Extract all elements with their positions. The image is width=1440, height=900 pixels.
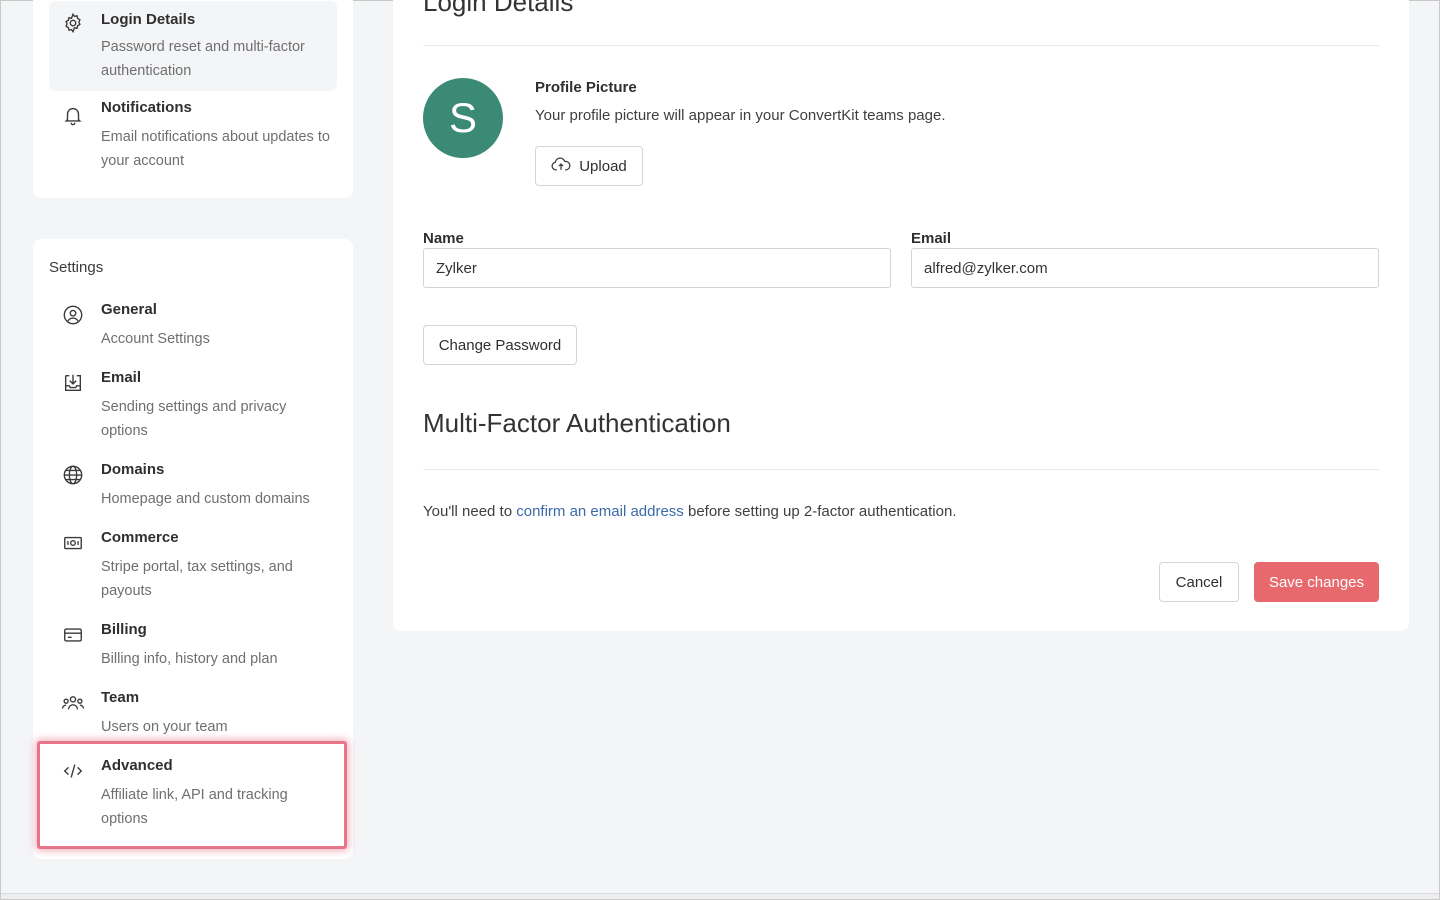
sidebar-item-domains[interactable]: Domains Homepage and custom domains (49, 457, 337, 517)
upload-label: Upload (579, 157, 627, 175)
change-password-button[interactable]: Change Password (423, 325, 577, 365)
name-field[interactable] (423, 248, 891, 288)
gear-icon (61, 11, 85, 35)
sidebar-item-title: Login Details (101, 11, 196, 28)
avatar: S (423, 78, 503, 158)
sidebar-settings-card: Settings General Account Settings Email … (33, 239, 353, 859)
sidebar-item-desc: Stripe portal, tax settings, and payouts (101, 559, 293, 599)
mfa-text-after: before setting up 2-factor authenticatio… (683, 503, 957, 520)
team-icon (61, 691, 85, 715)
sidebar-item-desc: Users on your team (101, 719, 228, 735)
sidebar-item-login-details[interactable]: Login Details Password reset and multi-f… (49, 1, 337, 91)
email-label: Email (911, 230, 952, 247)
sidebar-item-title: Team (101, 689, 140, 706)
sidebar-item-desc: Billing info, history and plan (101, 651, 278, 667)
inbox-download-icon (61, 371, 85, 395)
mfa-notice: You'll need to confirm an email address … (423, 503, 957, 520)
bell-icon (61, 103, 85, 127)
cash-icon (61, 531, 85, 555)
avatar-letter: S (448, 94, 477, 141)
profile-picture-desc: Your profile picture will appear in your… (535, 107, 946, 124)
bottom-edge (1, 893, 1439, 899)
mfa-heading: Multi-Factor Authentication (423, 408, 731, 438)
confirm-email-link[interactable]: confirm an email address (516, 503, 684, 520)
sidebar-item-title: Advanced (101, 757, 173, 774)
sidebar-item-desc: Account Settings (101, 331, 210, 347)
profile-picture-title: Profile Picture (535, 79, 637, 96)
divider (423, 45, 1379, 46)
user-circle-icon (61, 303, 85, 327)
sidebar-item-title: Domains (101, 461, 165, 478)
email-field[interactable] (911, 248, 1379, 288)
upload-button[interactable]: Upload (535, 146, 643, 186)
sidebar-item-team[interactable]: Team Users on your team (49, 685, 337, 745)
sidebar-item-title: General (101, 301, 157, 318)
sidebar-item-desc: Email notifications about updates to you… (101, 129, 330, 169)
divider (423, 469, 1379, 470)
sidebar-item-title: Email (101, 369, 142, 386)
sidebar-account-card: Login Details Password reset and multi-f… (33, 0, 353, 198)
cancel-button[interactable]: Cancel (1159, 562, 1239, 602)
mfa-text-before: You'll need to (423, 503, 517, 520)
cloud-upload-icon (551, 156, 571, 176)
sidebar-item-desc: Affiliate link, API and tracking options (101, 787, 288, 827)
credit-card-icon (61, 623, 85, 647)
settings-section-label: Settings (49, 259, 104, 276)
sidebar-item-title: Billing (101, 621, 147, 638)
sidebar-item-desc: Homepage and custom domains (101, 491, 310, 507)
sidebar-item-email[interactable]: Email Sending settings and privacy optio… (49, 365, 337, 445)
sidebar-item-desc: Password reset and multi-factor authenti… (101, 39, 305, 79)
login-details-heading: Login Details (423, 0, 574, 17)
sidebar-item-commerce[interactable]: Commerce Stripe portal, tax settings, an… (49, 525, 337, 605)
sidebar-item-general[interactable]: General Account Settings (49, 297, 337, 357)
sidebar-item-title: Commerce (101, 529, 179, 546)
globe-icon (61, 463, 85, 487)
sidebar-item-advanced[interactable]: Advanced Affiliate link, API and trackin… (49, 753, 337, 833)
sidebar-item-title: Notifications (101, 99, 192, 116)
name-label: Name (423, 230, 464, 247)
save-changes-button[interactable]: Save changes (1254, 562, 1379, 602)
sidebar-item-billing[interactable]: Billing Billing info, history and plan (49, 617, 337, 677)
sidebar-item-notifications[interactable]: Notifications Email notifications about … (49, 93, 337, 173)
code-icon (61, 759, 85, 783)
sidebar-item-desc: Sending settings and privacy options (101, 399, 287, 439)
